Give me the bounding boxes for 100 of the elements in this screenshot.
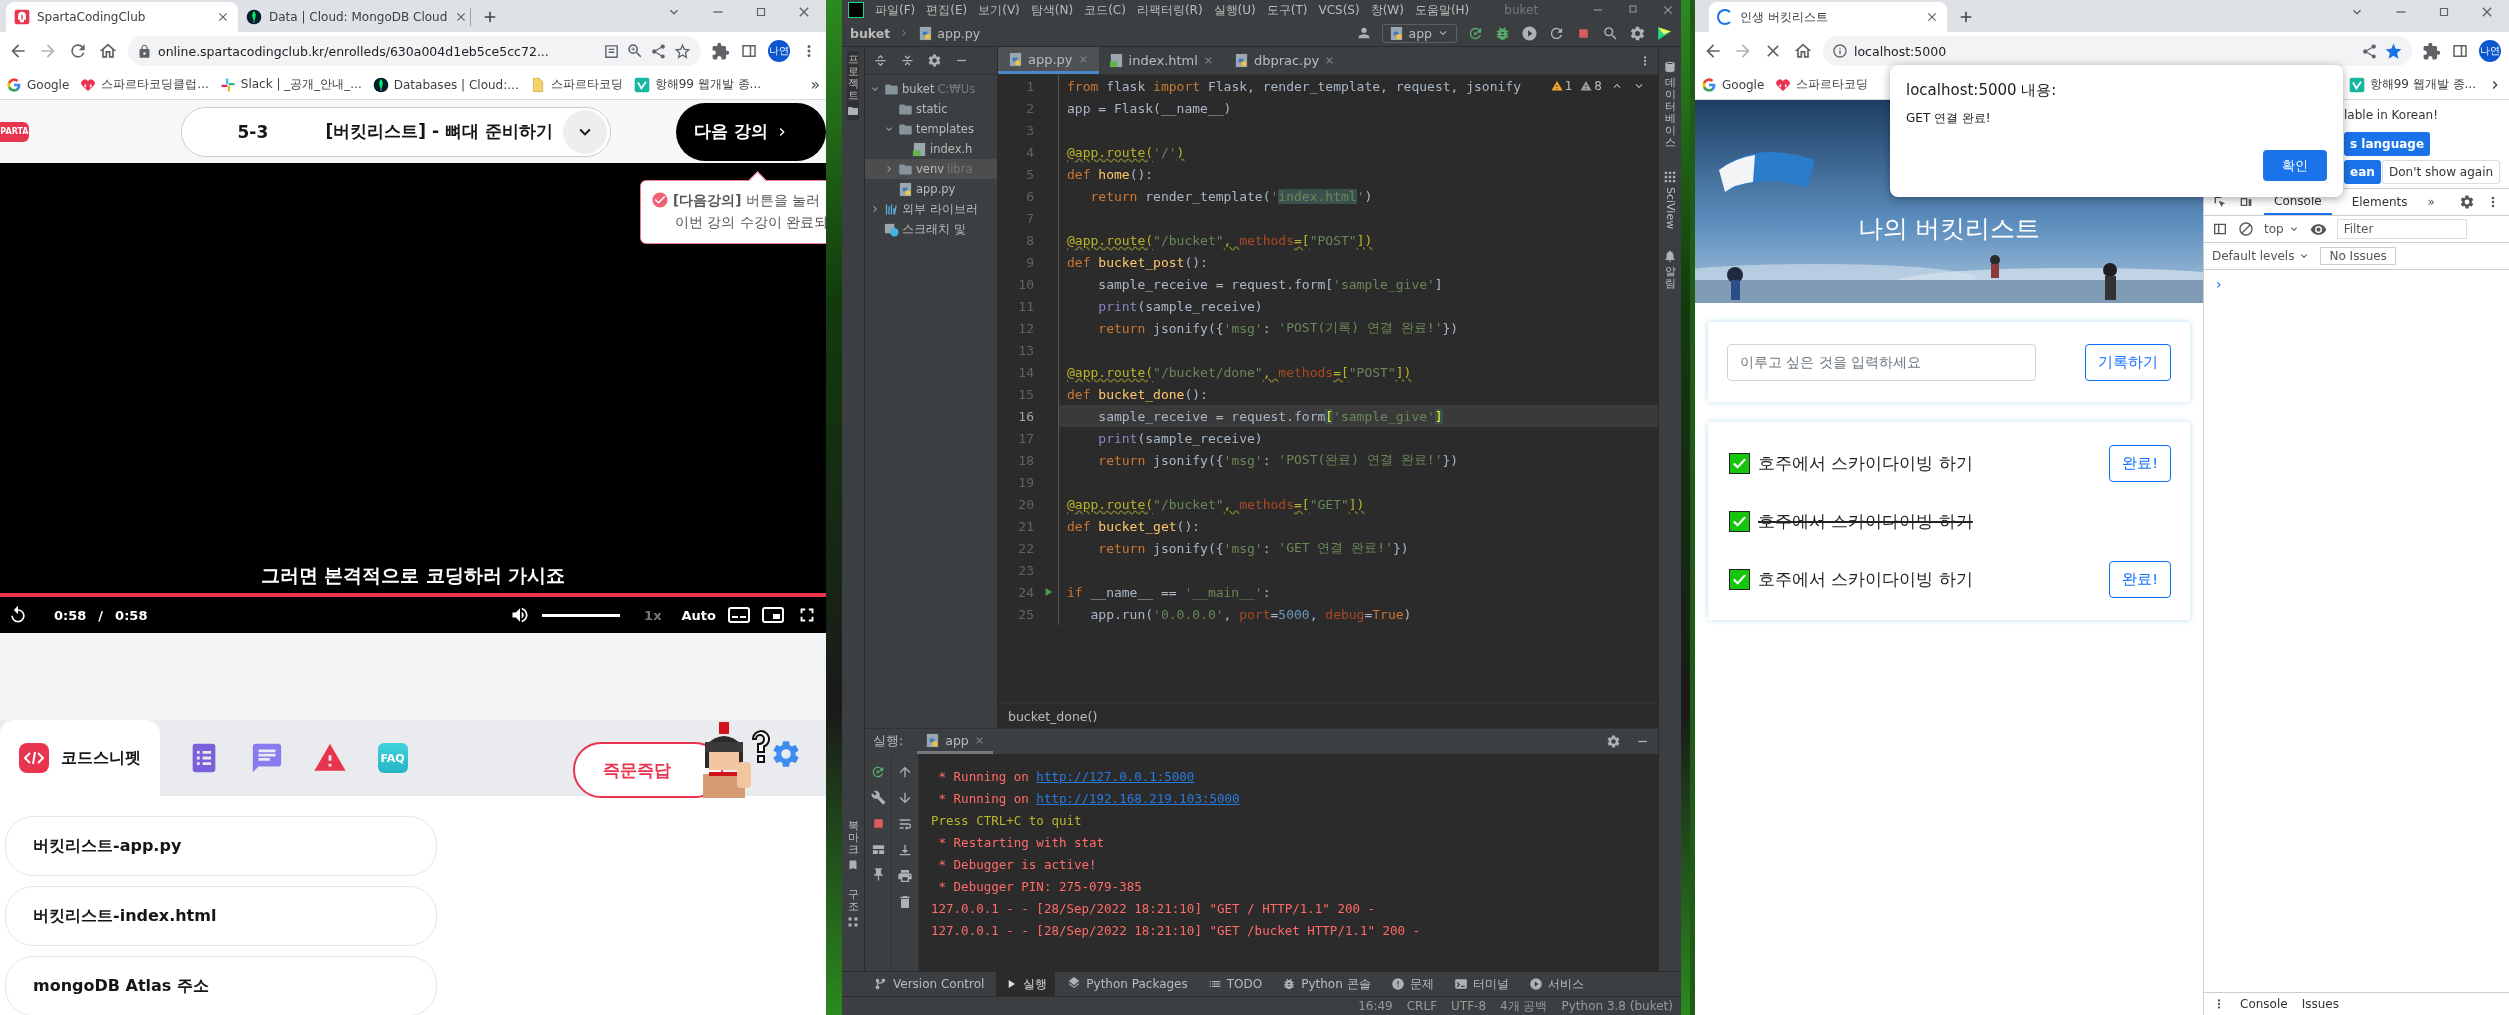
tree-item[interactable]: 외부 라이브러 — [865, 199, 997, 219]
browser-tab[interactable]: SpartaCodingClub — [6, 2, 238, 32]
bookmark[interactable]: 항해99 웹개발 종... — [633, 76, 762, 93]
tree-item[interactable]: 스크래치 및 — [865, 219, 997, 239]
drawer-tab[interactable]: Issues — [2301, 997, 2339, 1011]
time-separator: / — [98, 607, 104, 623]
confirm-button[interactable]: 확인 — [2263, 150, 2327, 181]
run-configuration-dropdown[interactable]: app — [1382, 23, 1457, 43]
profile-avatar[interactable]: 나연 — [768, 40, 790, 62]
breadcrumb-item[interactable]: buket — [850, 25, 891, 41]
snippet-item[interactable]: 버킷리스트-app.py — [5, 816, 437, 876]
status-item[interactable]: CRLF — [1406, 999, 1438, 1013]
next-lecture-button[interactable]: 다음 강의 — [676, 102, 826, 161]
menu-item[interactable]: 리팩터링(R) — [1136, 1, 1203, 19]
browser-tab[interactable]: 인생 버킷리스트 — [1709, 2, 1947, 32]
console-link[interactable]: http://192.168.219.103:5000 — [1036, 791, 1240, 806]
snippet-item[interactable]: 버킷리스트-index.html — [5, 886, 437, 946]
editor-tab[interactable]: dbprac.py — [1223, 47, 1346, 74]
bookmarks-tool-button[interactable]: 북마크 — [847, 816, 859, 874]
project-tool-button[interactable]: 프로젝트 — [847, 51, 859, 121]
bookmark[interactable]: Google — [6, 76, 70, 93]
bucket-item-text: 호주에서 스카이다이빙 하기 — [1758, 509, 1973, 533]
site-logo[interactable]: PARTA — [0, 121, 29, 142]
status-item[interactable]: Python 3.8 (buket) — [1561, 999, 1673, 1013]
code-line: @app.route("/bucket/done", methods=["POST"]) — [1066, 363, 1412, 382]
bookmark[interactable]: Google — [1701, 76, 1765, 93]
tree-item[interactable]: templates — [865, 119, 997, 139]
context-selector[interactable]: top — [2264, 222, 2300, 236]
translate-button[interactable]: s language — [2344, 132, 2431, 156]
bookmark[interactable]: Databases | Cloud:... — [372, 76, 519, 93]
menu-item[interactable]: 파일(F) — [875, 1, 916, 19]
tool-window-button[interactable]: SciView — [1663, 166, 1677, 232]
tool-window-button[interactable]: 데이터베이스 — [1663, 57, 1677, 153]
menu-item[interactable]: 편집(E) — [926, 1, 968, 19]
weak-warning-count[interactable]: 8 — [1580, 79, 1602, 93]
more-bookmarks[interactable]: » — [810, 75, 820, 94]
levels-selector[interactable]: Default levels — [2212, 249, 2311, 263]
menu-item[interactable]: 코드(C) — [1084, 1, 1126, 19]
issues-button[interactable]: No Issues — [2320, 247, 2396, 265]
tool-window-button[interactable]: 알림 — [1663, 245, 1677, 293]
tool-tab[interactable]: TODO — [1199, 972, 1271, 996]
address-bar[interactable]: online.spartacodingclub.kr/enrolleds/630a004d1eb5ce5cc72... — [128, 36, 701, 66]
line-number: 4 — [1025, 144, 1035, 160]
complete-button[interactable]: 완료! — [2109, 560, 2171, 598]
tree-item[interactable]: index.h — [865, 139, 997, 159]
tool-tab[interactable]: 문제 — [1382, 972, 1442, 996]
translate-button[interactable]: ean — [2344, 160, 2381, 184]
tool-tab[interactable]: 실행 — [996, 972, 1056, 996]
editor-tab[interactable]: index.html — [1098, 47, 1224, 74]
tool-tab[interactable]: 서비스 — [1520, 972, 1592, 996]
quality-button[interactable]: Auto — [681, 607, 716, 623]
run-tab[interactable]: app — [917, 729, 993, 754]
snippet-item[interactable]: mongoDB Atlas 주소 — [5, 956, 437, 1015]
translate-button[interactable]: Don't show again — [2382, 160, 2501, 184]
tool-tab[interactable]: Python 콘솔 — [1274, 972, 1379, 996]
warning-count[interactable]: 1 — [1550, 79, 1573, 93]
bookmark[interactable]: 스파르타코딩클럽... — [80, 76, 209, 93]
tree-item[interactable]: buket C:₩Us — [865, 79, 997, 99]
line-number: 2 — [1025, 100, 1035, 116]
tree-item[interactable]: static — [865, 99, 997, 119]
menu-item[interactable]: VCS(S) — [1318, 3, 1360, 17]
editor-tab[interactable]: app.py — [998, 47, 1099, 74]
console-link[interactable]: http://127.0.0.1:5000 — [1036, 769, 1195, 784]
tool-tab[interactable]: Version Control — [866, 972, 993, 996]
address-bar[interactable]: localhost:5000 — [1823, 36, 2412, 66]
bookmark[interactable]: 스파르타코딩 — [1775, 76, 1869, 93]
menu-item[interactable]: 보기(V) — [978, 1, 1020, 19]
bookmark[interactable]: 항해99 웹개발 종... — [2348, 76, 2476, 93]
speed-button[interactable]: 1x — [644, 607, 662, 623]
menu-item[interactable]: 도구(T) — [1266, 1, 1308, 19]
menu-item[interactable]: 실행(U) — [1213, 1, 1256, 19]
drawer-tab[interactable]: Console — [2240, 997, 2288, 1011]
structure-tool-button[interactable]: 구조 — [847, 885, 859, 931]
record-button[interactable]: 기록하기 — [2085, 343, 2171, 381]
tool-tab[interactable]: 터미널 — [1445, 972, 1517, 996]
code-line: print(sample_receive) — [1097, 297, 1263, 316]
status-item[interactable]: 4개 공백 — [1500, 997, 1548, 1015]
breadcrumb-item[interactable]: app.py — [918, 25, 981, 41]
code-line: @app.route("/bucket", methods=["GET"]) — [1066, 495, 1365, 514]
bucket-input[interactable]: 이루고 싶은 것을 입력하세요 — [1727, 343, 2036, 381]
menu-item[interactable]: 도움말(H) — [1414, 1, 1470, 19]
filter-field[interactable]: Filter — [2336, 219, 2467, 239]
menu-item[interactable]: 탐색(N) — [1030, 1, 1074, 19]
lecture-selector[interactable]: 5-3 [버킷리스트] - 뼈대 준비하기 — [180, 106, 611, 157]
bookmark[interactable]: 스파르타코딩 — [529, 76, 623, 93]
status-item[interactable]: 16:49 — [1358, 999, 1393, 1013]
complete-button[interactable]: 완료! — [2109, 444, 2171, 482]
menu-item[interactable]: 창(W) — [1370, 1, 1404, 19]
devtools-tab[interactable]: Elements — [2341, 189, 2418, 215]
tree-item[interactable]: app.py — [865, 179, 997, 199]
line-number: 24 — [1017, 584, 1035, 600]
tool-tab[interactable]: Python Packages — [1059, 972, 1196, 996]
bookmark[interactable]: Slack | _공개_안내_... — [219, 76, 362, 93]
status-item[interactable]: UTF-8 — [1451, 999, 1487, 1013]
line-number: 11 — [1017, 298, 1035, 314]
panel-tab[interactable]: 코드스니펫 — [0, 720, 160, 796]
more-tabs[interactable]: » — [2427, 195, 2435, 209]
console-prompt[interactable]: › — [2204, 270, 2509, 298]
profile-avatar[interactable]: 나연 — [2479, 40, 2501, 62]
browser-tab[interactable]: Data | Cloud: MongoDB Cloud — [238, 2, 470, 32]
